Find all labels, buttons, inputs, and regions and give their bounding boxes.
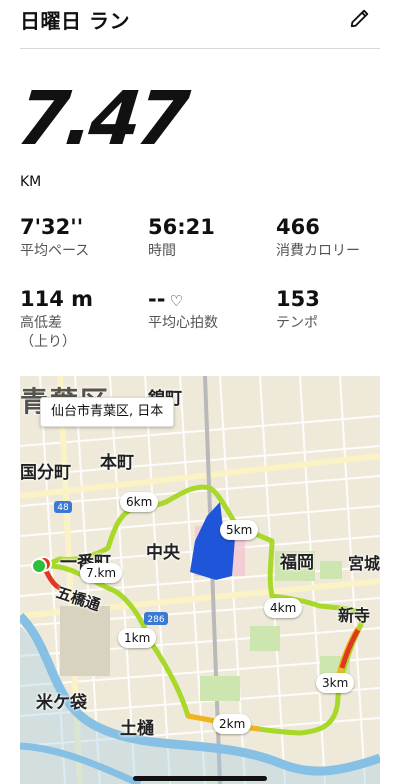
heart-rate-value: -- ♡ bbox=[148, 287, 268, 311]
cadence-value: 153 bbox=[276, 287, 320, 311]
stat-time: 56:21 時間 bbox=[148, 215, 268, 261]
route-map[interactable]: 48 286 青葉区 錦町 国分町 本町 一番町 中央 福岡 宮城 新寺 五橋通… bbox=[20, 376, 380, 784]
heart-rate-label: 平均心拍数 bbox=[148, 315, 218, 332]
heart-icon: ♡ bbox=[169, 292, 183, 310]
km-marker-5: 5km bbox=[220, 520, 259, 540]
header-divider bbox=[20, 48, 380, 49]
home-indicator[interactable] bbox=[133, 776, 267, 781]
map-label-shinji: 新寺 bbox=[338, 606, 371, 625]
stat-heart-rate: -- ♡ 平均心拍数 bbox=[148, 287, 268, 333]
distance-unit: KM bbox=[20, 174, 42, 190]
km-marker-4: 4km bbox=[264, 598, 303, 618]
elevation-value: 114 m bbox=[20, 287, 94, 311]
time-label: 時間 bbox=[148, 243, 176, 260]
km-marker-6: 6km bbox=[120, 492, 159, 512]
elevation-label: 高低差 bbox=[20, 315, 62, 332]
map-label-honcho: 本町 bbox=[100, 453, 134, 473]
road-badge-48-text: 48 bbox=[57, 503, 69, 513]
page-title: 日曜日 ラン bbox=[20, 9, 130, 33]
calories-value: 466 bbox=[276, 215, 320, 239]
map-canvas: 48 286 bbox=[20, 376, 380, 784]
stat-pace: 7'32'' 平均ペース bbox=[20, 215, 140, 261]
pencil-icon bbox=[350, 9, 369, 28]
elevation-sublabel: （上り） bbox=[20, 333, 76, 350]
distance-value: 7.47 bbox=[13, 76, 190, 162]
map-label-fukuoka: 福岡 bbox=[280, 553, 314, 573]
stat-calories: 466 消費カロリー bbox=[276, 215, 396, 261]
location-popup[interactable]: 仙台市青葉区, 日本 bbox=[40, 397, 175, 427]
heart-rate-number: -- bbox=[148, 287, 166, 311]
map-label-kokubuncho: 国分町 bbox=[20, 463, 71, 483]
map-label-dobashi: 土樋 bbox=[120, 719, 154, 739]
map-label-miyagi: 宮城 bbox=[348, 554, 380, 573]
map-label-chuo: 中央 bbox=[146, 543, 180, 563]
header: 日曜日 ラン bbox=[0, 0, 400, 50]
calories-label: 消費カロリー bbox=[276, 243, 360, 260]
km-marker-7: 7.km bbox=[80, 563, 123, 583]
stat-cadence: 153 テンポ bbox=[276, 287, 396, 333]
edit-button[interactable] bbox=[346, 4, 374, 32]
km-marker-2: 2km bbox=[213, 714, 252, 734]
stat-elevation: 114 m 高低差 （上り） bbox=[20, 287, 140, 352]
km-marker-3: 3km bbox=[316, 673, 355, 693]
map-label-yonegafukuro: 米ケ袋 bbox=[36, 693, 87, 713]
pace-value: 7'32'' bbox=[20, 215, 84, 239]
pace-label: 平均ペース bbox=[20, 243, 90, 260]
route-start-marker bbox=[31, 558, 47, 574]
time-value: 56:21 bbox=[148, 215, 215, 239]
road-badge-286-text: 286 bbox=[147, 615, 164, 625]
km-marker-1: 1km bbox=[118, 628, 157, 648]
cadence-label: テンポ bbox=[276, 315, 318, 332]
